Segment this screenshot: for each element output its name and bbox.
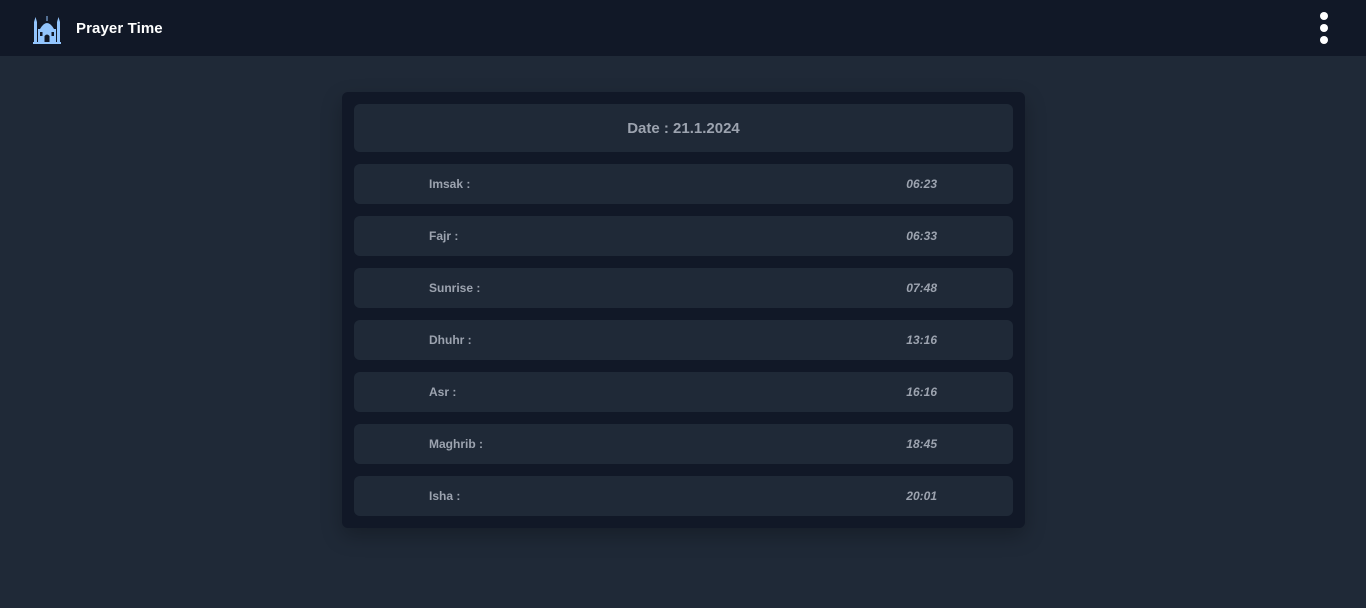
brand[interactable]: Prayer Time bbox=[32, 12, 163, 44]
prayer-time: 18:45 bbox=[906, 437, 937, 451]
date-header: Date : 21.1.2024 bbox=[354, 104, 1013, 152]
prayer-name: Maghrib : bbox=[429, 437, 483, 451]
prayer-row-sunrise: Sunrise : 07:48 bbox=[354, 268, 1013, 308]
prayer-time: 20:01 bbox=[906, 489, 937, 503]
prayer-time: 16:16 bbox=[906, 385, 937, 399]
top-navbar: Prayer Time bbox=[0, 0, 1366, 56]
prayer-row-isha: Isha : 20:01 bbox=[354, 476, 1013, 516]
prayer-row-imsak: Imsak : 06:23 bbox=[354, 164, 1013, 204]
more-vertical-icon bbox=[1320, 12, 1328, 20]
prayer-row-dhuhr: Dhuhr : 13:16 bbox=[354, 320, 1013, 360]
more-vertical-icon bbox=[1320, 36, 1328, 44]
prayer-name: Dhuhr : bbox=[429, 333, 472, 347]
prayer-time: 06:33 bbox=[906, 229, 937, 243]
prayer-time: 06:23 bbox=[906, 177, 937, 191]
mosque-icon bbox=[33, 16, 61, 44]
prayer-time: 13:16 bbox=[906, 333, 937, 347]
app-title: Prayer Time bbox=[76, 19, 163, 37]
more-options-button[interactable] bbox=[1318, 12, 1330, 44]
prayer-row-fajr: Fajr : 06:33 bbox=[354, 216, 1013, 256]
prayer-name: Sunrise : bbox=[429, 281, 481, 295]
prayer-name: Isha : bbox=[429, 489, 461, 503]
prayer-name: Fajr : bbox=[429, 229, 459, 243]
prayer-name: Imsak : bbox=[429, 177, 471, 191]
prayer-name: Asr : bbox=[429, 385, 457, 399]
prayer-time: 07:48 bbox=[906, 281, 937, 295]
prayer-row-maghrib: Maghrib : 18:45 bbox=[354, 424, 1013, 464]
prayer-times-card: Date : 21.1.2024 Imsak : 06:23 Fajr : 06… bbox=[342, 92, 1025, 528]
more-vertical-icon bbox=[1320, 24, 1328, 32]
prayer-row-asr: Asr : 16:16 bbox=[354, 372, 1013, 412]
